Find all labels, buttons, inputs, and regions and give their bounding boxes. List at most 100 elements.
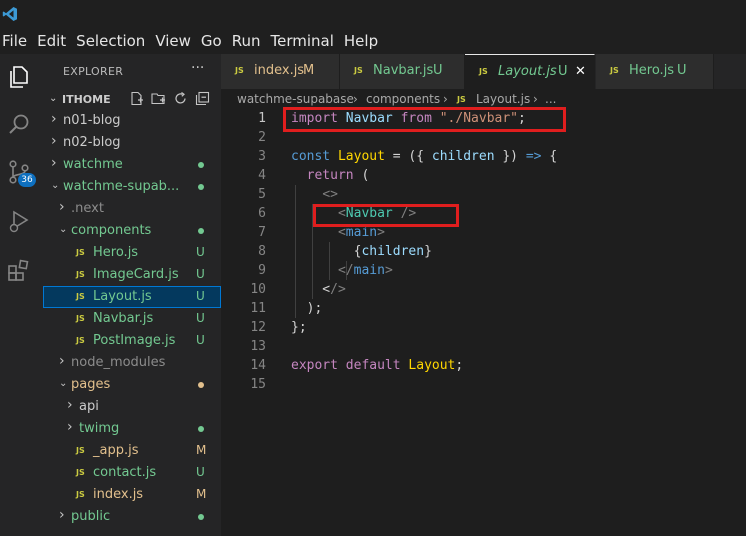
tree-item-public[interactable]: › public (43, 506, 221, 528)
tab-label: Hero.js (629, 63, 675, 78)
js-file-icon: JS (76, 248, 85, 257)
menu-file[interactable]: File (0, 28, 32, 54)
menu-selection[interactable]: Selection (71, 28, 150, 54)
code-line[interactable]: 10 </> (221, 280, 746, 299)
code-text: <> (322, 187, 338, 202)
status-dot (198, 514, 204, 520)
code-editor[interactable]: 1 import Navbar from "./Navbar"; 2 3 const L… (221, 107, 746, 536)
tree-item-next[interactable]: › .next (43, 198, 221, 220)
tab-navbar-js[interactable]: JS Navbar.js U (340, 54, 465, 89)
tree-item-n02-blog[interactable]: › n02-blog (43, 132, 221, 154)
tree-item-app-js[interactable]: JS _app.js M (43, 440, 221, 462)
code-line[interactable]: 13 (221, 337, 746, 356)
tree-item-components[interactable]: ⌄ components (43, 220, 221, 242)
vscode-logo-icon (2, 7, 17, 21)
chevron-right-icon: › (59, 353, 65, 369)
chevron-right-icon: › (443, 92, 448, 106)
breadcrumb-item[interactable]: ... (545, 92, 556, 106)
highlight-box-import (283, 107, 566, 132)
code-line[interactable]: 3 const Layout = ({ children }) => { (221, 147, 746, 166)
tree-item-label: watchme-supab... (63, 179, 180, 194)
tree-item-watchme[interactable]: › watchme (43, 154, 221, 176)
git-status-badge: U (196, 465, 205, 479)
tree-item-label: PostImage.js (93, 333, 176, 348)
line-number: 1 (258, 111, 266, 126)
status-dot (198, 228, 204, 234)
code-line[interactable]: 7 <main> (221, 223, 746, 242)
tree-item-node-modules[interactable]: › node_modules (43, 352, 221, 374)
js-file-icon: JS (354, 66, 363, 75)
code-line[interactable]: 12}; (221, 318, 746, 337)
menu-view[interactable]: View (150, 28, 196, 54)
menu-run[interactable]: Run (227, 28, 266, 54)
chevron-right-icon: › (51, 155, 57, 171)
git-status-badge: U (196, 333, 205, 347)
line-number: 11 (250, 301, 266, 316)
line-number: 2 (258, 130, 266, 145)
tree-item-contact-js[interactable]: JS contact.js U (43, 462, 221, 484)
tree-item-navbar-js[interactable]: JS Navbar.js U (43, 308, 221, 330)
tree-item-label: Layout.js (93, 289, 152, 304)
code-line[interactable]: 5 <> (221, 185, 746, 204)
git-status-badge: U (196, 311, 205, 325)
tree-item-label: contact.js (93, 465, 157, 480)
chevron-right-icon: › (51, 111, 57, 127)
chevron-right-icon: › (51, 133, 57, 149)
code-text: return ( (306, 168, 370, 183)
menu-bar: File Edit Selection View Go Run Terminal… (0, 28, 746, 54)
code-text: ); (291, 301, 323, 316)
tree-item-twimg[interactable]: › twimg (43, 418, 221, 440)
collapse-all-icon[interactable] (195, 91, 210, 106)
code-line[interactable]: 9 </main> (221, 261, 746, 280)
menu-edit[interactable]: Edit (32, 28, 71, 54)
more-actions-icon[interactable]: ··· (191, 60, 204, 76)
tree-item-n01-blog[interactable]: › n01-blog (43, 110, 221, 132)
new-folder-icon[interactable] (151, 91, 166, 106)
chevron-right-icon: › (59, 507, 65, 523)
tab-hero-js[interactable]: JS Hero.js U (596, 54, 714, 89)
tree-item-imagecard-js[interactable]: JS ImageCard.js U (43, 264, 221, 286)
new-file-icon[interactable] (129, 91, 144, 106)
breadcrumb: watchme-supabase › components › JS Layou… (221, 89, 746, 109)
line-number: 6 (258, 206, 266, 221)
explorer-icon[interactable] (6, 64, 32, 90)
code-line[interactable]: 8 {children} (221, 242, 746, 261)
code-line[interactable]: 6 <Navbar /> (221, 204, 746, 223)
menu-go[interactable]: Go (196, 28, 227, 54)
git-status-badge: U (196, 289, 205, 303)
workspace-section-header[interactable]: ⌄ ITHOME (43, 90, 221, 110)
tree-item-index-js[interactable]: JS index.js M (43, 484, 221, 506)
breadcrumb-item[interactable]: Layout.js (476, 92, 530, 106)
close-icon[interactable]: ✕ (575, 64, 586, 79)
tree-item-postimage-js[interactable]: JS PostImage.js U (43, 330, 221, 352)
breadcrumb-item[interactable]: components (366, 92, 440, 106)
breadcrumb-item[interactable]: watchme-supabase (237, 92, 354, 106)
line-number: 5 (258, 187, 266, 202)
refresh-icon[interactable] (173, 91, 188, 106)
tree-item-api[interactable]: › api (43, 396, 221, 418)
search-icon[interactable] (6, 112, 32, 138)
code-line[interactable]: 11 ); (221, 299, 746, 318)
tree-item-pages[interactable]: ⌄ pages (43, 374, 221, 396)
tree-item-label: n02-blog (63, 135, 121, 150)
js-file-icon: JS (76, 490, 85, 499)
code-line[interactable]: 15 (221, 375, 746, 394)
tree-item-layout-js[interactable]: JS Layout.js U (43, 286, 221, 308)
tree-item-label: _app.js (93, 443, 139, 458)
line-number: 3 (258, 149, 266, 164)
run-debug-icon[interactable] (6, 208, 32, 234)
js-file-icon: JS (479, 67, 488, 76)
tab-layout-js[interactable]: JS Layout.js U ✕ (465, 54, 595, 89)
tree-item-label: pages (71, 377, 111, 392)
menu-help[interactable]: Help (339, 28, 383, 54)
tab-index-js[interactable]: JS index.js M (221, 54, 340, 89)
tree-item-label: components (71, 223, 152, 238)
code-line[interactable]: 4 return ( (221, 166, 746, 185)
line-number: 15 (250, 377, 266, 392)
menu-terminal[interactable]: Terminal (266, 28, 339, 54)
tree-item-watchme-supab[interactable]: ⌄ watchme-supab... (43, 176, 221, 198)
tree-item-hero-js[interactable]: JS Hero.js U (43, 242, 221, 264)
extensions-icon[interactable] (6, 257, 32, 283)
code-line[interactable]: 14 export default Layout; (221, 356, 746, 375)
js-file-icon: JS (76, 292, 85, 301)
